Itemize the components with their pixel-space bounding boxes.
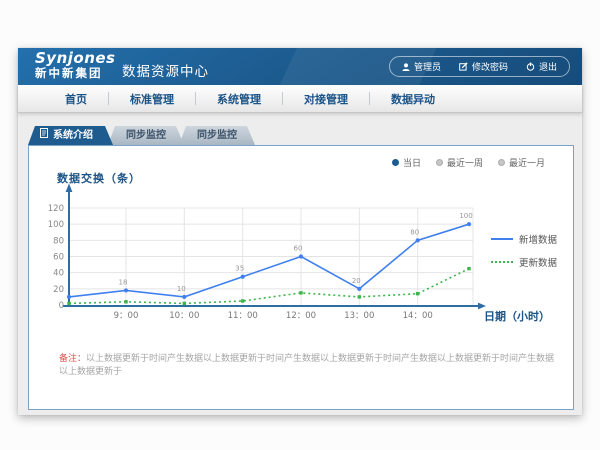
logout-label: 退出 [539, 60, 557, 73]
dotted-line-icon [491, 261, 513, 263]
app-header: Synjones 新中新集团 数据资源中心 管理员 修改密码 退出 [18, 48, 582, 85]
svg-text:80: 80 [410, 228, 419, 236]
svg-text:9：00: 9：00 [114, 311, 139, 321]
svg-text:20: 20 [352, 277, 361, 285]
footnote-text: 以上数据更新于时间产生数据以上数据更新于时间产生数据以上数据更新于时间产生数据以… [59, 354, 554, 377]
tab-label: 同步监控 [126, 130, 166, 141]
svg-text:13：00: 13：00 [344, 311, 374, 321]
nav-item-home[interactable]: 首页 [44, 91, 108, 107]
content-area: 系统介绍 同步监控 同步监控 当日 最近一周 [18, 113, 582, 415]
logo-subtext: 新中新集团 [35, 67, 116, 79]
logo-text: Synjones [35, 51, 116, 67]
company-logo: Synjones 新中新集团 [35, 51, 116, 79]
svg-text:11：00: 11：00 [228, 311, 258, 321]
footnote: 备注：以上数据更新于时间产生数据以上数据更新于时间产生数据以上数据更新于时间产生… [59, 353, 559, 378]
nav-item-standard-mgmt[interactable]: 标准管理 [109, 91, 195, 107]
tab-bar: 系统介绍 同步监控 同步监控 [28, 126, 255, 145]
user-actions: 管理员 修改密码 退出 [389, 56, 570, 77]
legend-label: 更新数据 [519, 255, 557, 269]
logout-button[interactable]: 退出 [526, 60, 557, 73]
nav-item-system-mgmt[interactable]: 系统管理 [196, 91, 282, 107]
legend-label: 新增数据 [519, 232, 557, 246]
svg-text:20: 20 [53, 285, 64, 295]
svg-text:40: 40 [53, 269, 64, 279]
change-password-button[interactable]: 修改密码 [459, 60, 508, 73]
nav-item-data-change[interactable]: 数据异动 [370, 91, 456, 107]
power-icon [526, 62, 535, 71]
chart-legend: 新增数据 更新数据 [491, 232, 557, 278]
svg-text:120: 120 [48, 204, 64, 214]
user-icon [402, 63, 410, 71]
legend-new-data[interactable]: 新增数据 [491, 232, 557, 246]
svg-text:14：00: 14：00 [403, 311, 433, 321]
svg-text:80: 80 [53, 236, 64, 246]
main-nav: 首页 标准管理 系统管理 对接管理 数据异动 [18, 85, 582, 113]
edit-icon [459, 62, 468, 71]
change-password-label: 修改密码 [472, 60, 508, 73]
svg-text:10: 10 [177, 285, 186, 293]
svg-text:60: 60 [53, 253, 64, 263]
tab-sync-monitor-1[interactable]: 同步监控 [108, 126, 184, 145]
legend-update-data[interactable]: 更新数据 [491, 255, 557, 269]
x-axis-title: 日期（小时） [484, 308, 550, 324]
tab-system-intro[interactable]: 系统介绍 [28, 126, 113, 145]
svg-text:100: 100 [48, 220, 64, 230]
svg-text:0: 0 [59, 301, 64, 311]
svg-text:10：00: 10：00 [169, 311, 199, 321]
tab-label: 系统介绍 [53, 126, 93, 145]
admin-user-label: 管理员 [414, 60, 441, 73]
footnote-separator: ： [77, 354, 86, 364]
footnote-label: 备注 [59, 354, 77, 364]
app-window: Synjones 新中新集团 数据资源中心 管理员 修改密码 退出 [18, 48, 582, 415]
svg-text:18: 18 [119, 278, 128, 286]
svg-text:35: 35 [235, 265, 244, 273]
svg-text:100: 100 [459, 212, 472, 220]
tab-sync-monitor-2[interactable]: 同步监控 [179, 126, 255, 145]
svg-text:12：00: 12：00 [286, 311, 316, 321]
document-icon [40, 126, 48, 145]
svg-text:60: 60 [294, 245, 303, 253]
nav-item-interface-mgmt[interactable]: 对接管理 [283, 91, 369, 107]
tab-label: 同步监控 [197, 130, 237, 141]
chart-panel: 当日 最近一周 最近一月 数据交换（条） 0204060801001209：00… [28, 145, 574, 410]
solid-line-icon [491, 238, 513, 240]
page-title: 数据资源中心 [122, 60, 209, 80]
admin-user-button[interactable]: 管理员 [402, 60, 441, 73]
